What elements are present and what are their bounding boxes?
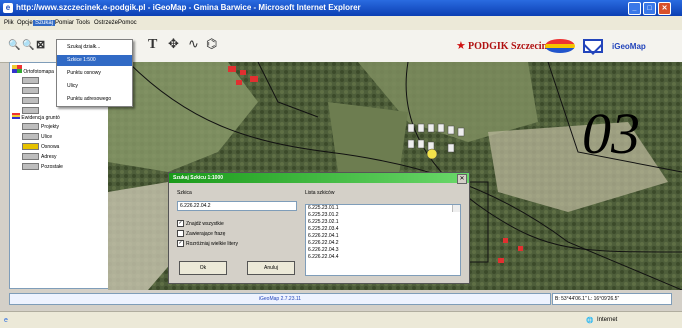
zoom-in-icon[interactable]: 🔍 xyxy=(8,40,20,51)
menu-item-search-address[interactable]: Punktu adresowego xyxy=(57,94,132,105)
layer-item[interactable]: Ortofotomapa xyxy=(12,65,54,75)
sketch-list[interactable]: 6.225.23.01.1 6.225.23.01.2 6.225.23.02.… xyxy=(305,204,461,276)
zoom-out-icon[interactable]: 🔍 xyxy=(22,40,34,51)
sketch-number-input[interactable]: 6.226.22.04.2 xyxy=(177,201,297,211)
podgik-logo-icon: ★ xyxy=(456,40,466,52)
layer-item[interactable]: Pozostałe xyxy=(22,163,63,170)
coordinates-readout: B: 53°44'06.1" L: 16°09'26.5" xyxy=(552,293,672,305)
browser-status-bar: e 🌐 Internet xyxy=(0,311,682,328)
menu-tools[interactable]: Tools xyxy=(76,20,90,26)
mail-icon[interactable] xyxy=(583,39,603,53)
title-bar: e http://www.szczecinek.e-podgik.pl - iG… xyxy=(0,0,682,16)
app-version-bar: iGeoMap 2.7.23.11 xyxy=(9,293,551,305)
list-item[interactable]: 6.226.22.04.4 xyxy=(306,254,460,261)
layer-icon xyxy=(22,87,39,94)
menu-item-search-sketch[interactable]: Szkice 1:500 xyxy=(57,55,132,66)
ok-button[interactable]: Ok xyxy=(179,261,227,275)
sketch-list-label: Lista szkiców xyxy=(305,190,335,196)
layer-icon xyxy=(12,65,22,73)
menu-options[interactable]: Opcje xyxy=(17,20,33,26)
measure-line-icon[interactable]: ∿ xyxy=(188,36,199,52)
county-logo-icon xyxy=(545,39,575,53)
sheet-number: 03 xyxy=(582,101,640,166)
dialog-close-button[interactable]: ✕ xyxy=(457,174,467,184)
menu-file[interactable]: Plik xyxy=(4,20,14,26)
zone-label: Internet xyxy=(597,317,618,323)
layer-item[interactable] xyxy=(22,97,41,104)
menu-measure[interactable]: Pomiar xyxy=(55,20,74,26)
minimize-button[interactable]: _ xyxy=(628,2,641,15)
layer-icon xyxy=(22,143,39,150)
list-item[interactable]: 6.226.22.04.2 xyxy=(306,240,460,247)
checkbox-find-all[interactable]: ✓ Znajdź wszystkie xyxy=(177,220,224,227)
layer-icon xyxy=(22,123,39,130)
menu-warnings[interactable]: Ostrzeże xyxy=(94,20,118,26)
page-status-icon: e xyxy=(4,317,8,324)
menu-item-search-control-point[interactable]: Punktu osnowy xyxy=(57,68,132,79)
window-title: http://www.szczecinek.e-podgik.pl - iGeo… xyxy=(16,3,361,12)
layer-item[interactable]: Osnowa xyxy=(22,143,59,150)
layer-icon xyxy=(22,163,39,170)
layer-item[interactable] xyxy=(22,87,41,94)
list-item[interactable]: 6.225.23.01.2 xyxy=(306,212,460,219)
checkbox-case-sensitive[interactable]: ✓ Rozróżniaj wielkie litery xyxy=(177,240,238,247)
layer-icon xyxy=(22,153,39,160)
measure-area-icon[interactable]: ⌬ xyxy=(206,36,217,52)
text-icon[interactable]: T xyxy=(148,37,157,53)
list-item[interactable]: 6.226.22.04.3 xyxy=(306,247,460,254)
podgik-brand: PODGIK Szczecinek xyxy=(468,41,558,52)
maximize-button[interactable]: □ xyxy=(643,2,656,15)
layer-icon xyxy=(22,97,39,104)
layer-item[interactable]: Projekty xyxy=(22,123,59,130)
menu-item-search-parcel[interactable]: Szukaj działk... xyxy=(57,42,132,53)
list-item[interactable]: 6.226.22.04.1 xyxy=(306,233,460,240)
menu-help[interactable]: Pomoc xyxy=(118,20,137,26)
search-sketch-dialog: Szukaj Szkicu 1:1000 ✕ Szkica 6.226.22.0… xyxy=(168,172,470,284)
dialog-title: Szukaj Szkicu 1:1000 xyxy=(169,173,469,183)
checkbox-contains-phrase[interactable]: Zawierające frazę xyxy=(177,230,225,237)
list-item[interactable]: 6.225.22.03.4 xyxy=(306,226,460,233)
list-item[interactable]: 6.225.23.01.1 xyxy=(306,205,460,212)
checkbox-case-sensitive-box[interactable]: ✓ xyxy=(177,240,184,247)
select-icon[interactable]: ⊠ xyxy=(36,38,45,51)
list-item[interactable]: 6.225.23.02.1 xyxy=(306,219,460,226)
zone-icon: 🌐 xyxy=(586,318,594,324)
checkbox-find-all-box[interactable]: ✓ xyxy=(177,220,184,227)
list-scrollbar[interactable] xyxy=(452,205,460,212)
pan-icon[interactable]: ✥ xyxy=(168,36,179,52)
close-button[interactable]: ✕ xyxy=(658,2,671,15)
cancel-button[interactable]: Anuluj xyxy=(247,261,295,275)
layer-item[interactable]: Ulice xyxy=(22,133,52,140)
menu-bar: Plik Opcje Szukaj Pomiar Tools Ostrzeże … xyxy=(0,16,682,30)
layer-item[interactable]: Ewidencja gruntó xyxy=(12,113,60,121)
menu-search[interactable]: Szukaj xyxy=(33,20,56,26)
search-menu-dropdown: Szukaj działk... Szkice 1:500 Punktu osn… xyxy=(56,39,133,107)
sketch-field-label: Szkica xyxy=(177,190,192,196)
layer-item[interactable] xyxy=(22,77,41,84)
layer-icon xyxy=(12,113,20,119)
layer-item[interactable]: Adresy xyxy=(22,153,57,160)
layer-icon xyxy=(22,133,39,140)
menu-item-search-street[interactable]: Ulicy xyxy=(57,81,132,92)
layer-icon xyxy=(22,77,39,84)
checkbox-contains-phrase-box[interactable] xyxy=(177,230,184,237)
igeomap-logo: iGeoMap xyxy=(612,42,646,51)
internet-explorer-icon: e xyxy=(3,3,13,13)
